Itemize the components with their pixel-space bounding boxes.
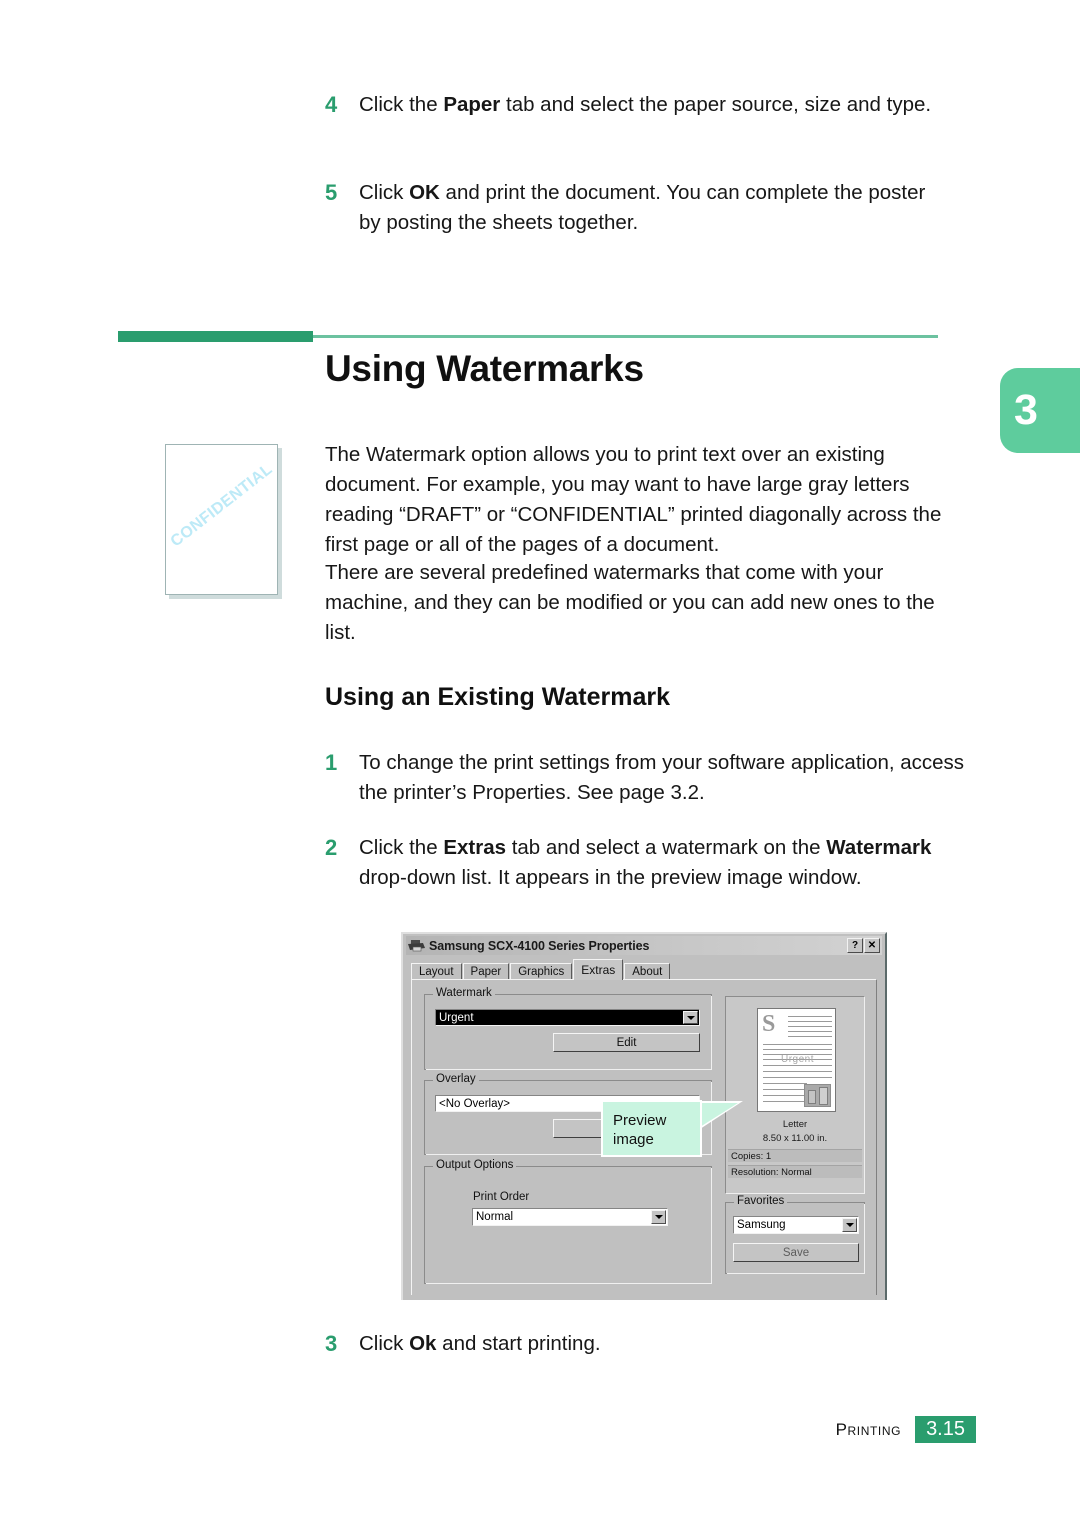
preview-logo-letter: S [762,1011,776,1037]
page-title: Using Watermarks [325,348,644,389]
favorites-group: Favorites Samsung Save [725,1195,865,1274]
chapter-number-tab: 3 [1000,368,1080,453]
footer-page-number: 3.15 [915,1416,976,1443]
preview-resolution: Resolution: Normal [728,1165,862,1178]
printer-icon [408,939,425,952]
help-button[interactable]: ? [847,938,863,953]
preview-copies: Copies: 1 [728,1149,862,1162]
heading-rule-line [313,335,938,338]
step-3-text: Click Ok and start printing. [359,1332,601,1355]
dialog-titlebar: Samsung SCX-4100 Series Properties ? ✕ [406,936,882,955]
dialog-title: Samsung SCX-4100 Series Properties [429,938,650,953]
page-footer: Printing 3.15 [836,1416,976,1443]
step-5: 5 Click OK and print the document. You c… [325,178,945,238]
preview-image-block [804,1084,831,1107]
preview-page: S Urgent [757,1008,836,1112]
watermark-select[interactable]: Urgent [435,1009,700,1026]
output-options-group: Output Options Print Order Normal [424,1159,712,1284]
step-3: 3 Click Ok and start printing. [325,1329,825,1359]
step-5-number: 5 [325,180,338,205]
step-1: 1 To change the print settings from your… [325,748,971,808]
tab-paper[interactable]: Paper [462,963,510,980]
chevron-down-icon[interactable] [683,1011,698,1024]
preview-image-callout: Preview image [601,1100,702,1157]
preview-watermark-text: Urgent [780,1054,814,1065]
overlay-select-value: <No Overlay> [439,1097,510,1110]
step-4-text: Click the Paper tab and select the paper… [359,93,932,116]
callout-line-2: image [613,1131,654,1148]
tab-about[interactable]: About [624,963,671,980]
chevron-down-icon[interactable] [842,1218,857,1232]
heading-rule-accent [118,331,313,342]
tab-extras[interactable]: Extras [573,959,624,980]
tab-layout[interactable]: Layout [411,963,462,980]
confidential-page-thumbnail: CONFIDENTIAL [165,444,282,599]
preview-paper-name: Letter [782,1119,808,1130]
overlay-group-label: Overlay [433,1073,479,1085]
watermark-group-label: Watermark [433,987,495,999]
intro-paragraph-1: The Watermark option allows you to print… [325,443,942,556]
thumbnail-page: CONFIDENTIAL [165,444,278,595]
watermark-group: Watermark Urgent Edit [424,987,712,1070]
step-1-text: To change the print settings from your s… [359,751,965,804]
chapter-number-label: 3 [1014,386,1038,434]
watermark-edit-button[interactable]: Edit [553,1033,700,1052]
preview-paper-size: 8.50 x 11.00 in. [762,1133,828,1144]
tab-graphics[interactable]: Graphics [510,963,573,980]
step-5-text: Click OK and print the document. You can… [359,181,926,234]
favorites-select[interactable]: Samsung [733,1216,859,1234]
step-3-number: 3 [325,1331,338,1356]
watermark-select-value: Urgent [439,1011,474,1024]
step-4-number: 4 [325,92,338,117]
step-2-text: Click the Extras tab and select a waterm… [359,836,932,889]
step-4: 4 Click the Paper tab and select the pap… [325,90,965,120]
chevron-down-icon[interactable] [651,1210,666,1224]
section-subtitle: Using an Existing Watermark [325,683,670,711]
step-2-number: 2 [325,835,338,860]
print-order-label: Print Order [473,1191,530,1203]
titlebar-buttons: ? ✕ [846,938,880,953]
callout-pointer [700,1103,738,1127]
intro-paragraph-2: There are several predefined watermarks … [325,561,935,644]
output-options-group-label: Output Options [433,1159,517,1171]
close-icon[interactable]: ✕ [864,938,880,953]
print-order-select[interactable]: Normal [472,1208,668,1226]
thumbnail-watermark-text: CONFIDENTIAL [167,460,276,551]
step-1-number: 1 [325,750,338,775]
step-2: 2 Click the Extras tab and select a wate… [325,833,945,893]
callout-line-1: Preview [613,1112,667,1129]
footer-section-label: Printing [835,1419,902,1439]
print-order-value: Normal [476,1211,514,1223]
favorites-save-button[interactable]: Save [733,1243,859,1262]
preview-image-panel: S Urgent Letter 8.50 x 11.00 in. Copies:… [725,996,865,1194]
favorites-group-label: Favorites [734,1195,788,1207]
favorites-select-value: Samsung [737,1219,786,1231]
dialog-tabstrip[interactable]: Layout Paper Graphics Extras About [411,959,671,980]
